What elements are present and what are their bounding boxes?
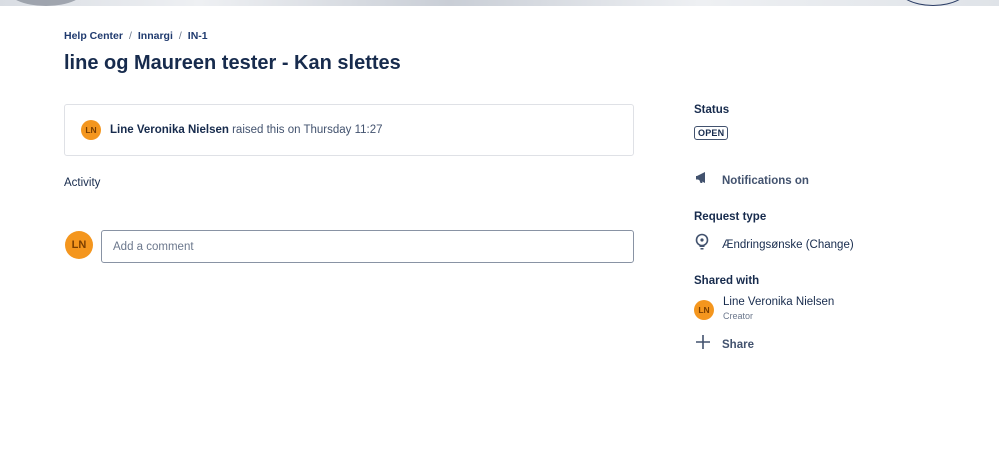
lightbulb-icon xyxy=(694,233,710,256)
request-type-value: Ændringsønske (Change) xyxy=(722,238,854,251)
avatar: LN xyxy=(694,300,714,320)
shared-person: LN Line Veronika Nielsen Creator xyxy=(694,296,834,321)
notifications-label: Notifications on xyxy=(722,174,809,187)
avatar: LN xyxy=(65,231,93,259)
notifications-toggle[interactable]: Notifications on xyxy=(694,170,809,191)
header-banner xyxy=(0,0,999,6)
shared-person-info: Line Veronika Nielsen Creator xyxy=(723,296,834,321)
status-badge: OPEN xyxy=(694,126,729,140)
comment-input[interactable] xyxy=(101,230,634,263)
activity-heading: Activity xyxy=(64,177,101,189)
avatar: LN xyxy=(81,120,101,140)
page-title: line og Maureen tester - Kan slettes xyxy=(64,52,401,74)
breadcrumb-help-center[interactable]: Help Center xyxy=(64,30,123,42)
shared-person-name: Line Veronika Nielsen xyxy=(723,296,835,308)
plus-icon xyxy=(694,333,712,356)
share-button[interactable]: Share xyxy=(694,333,754,356)
shared-person-role: Creator xyxy=(723,311,754,321)
breadcrumb-project[interactable]: Innargi xyxy=(138,30,173,42)
status-heading: Status xyxy=(694,104,730,116)
breadcrumb-separator: / xyxy=(178,30,182,42)
reporter-name: Line Veronika Nielsen xyxy=(110,124,229,136)
raised-info: Line Veronika Nielsen raised this on Thu… xyxy=(110,124,383,136)
breadcrumb-separator: / xyxy=(128,30,132,42)
breadcrumb: Help Center / Innargi / IN-1 xyxy=(64,30,208,42)
share-label: Share xyxy=(722,338,754,351)
request-type: Ændringsønske (Change) xyxy=(694,233,854,256)
request-type-heading: Request type xyxy=(694,211,767,223)
megaphone-icon xyxy=(694,170,712,191)
request-details-card: LN Line Veronika Nielsen raised this on … xyxy=(64,104,634,156)
breadcrumb-issue-key[interactable]: IN-1 xyxy=(188,30,208,42)
raised-timestamp: raised this on Thursday 11:27 xyxy=(232,124,383,136)
shared-with-heading: Shared with xyxy=(694,275,760,287)
